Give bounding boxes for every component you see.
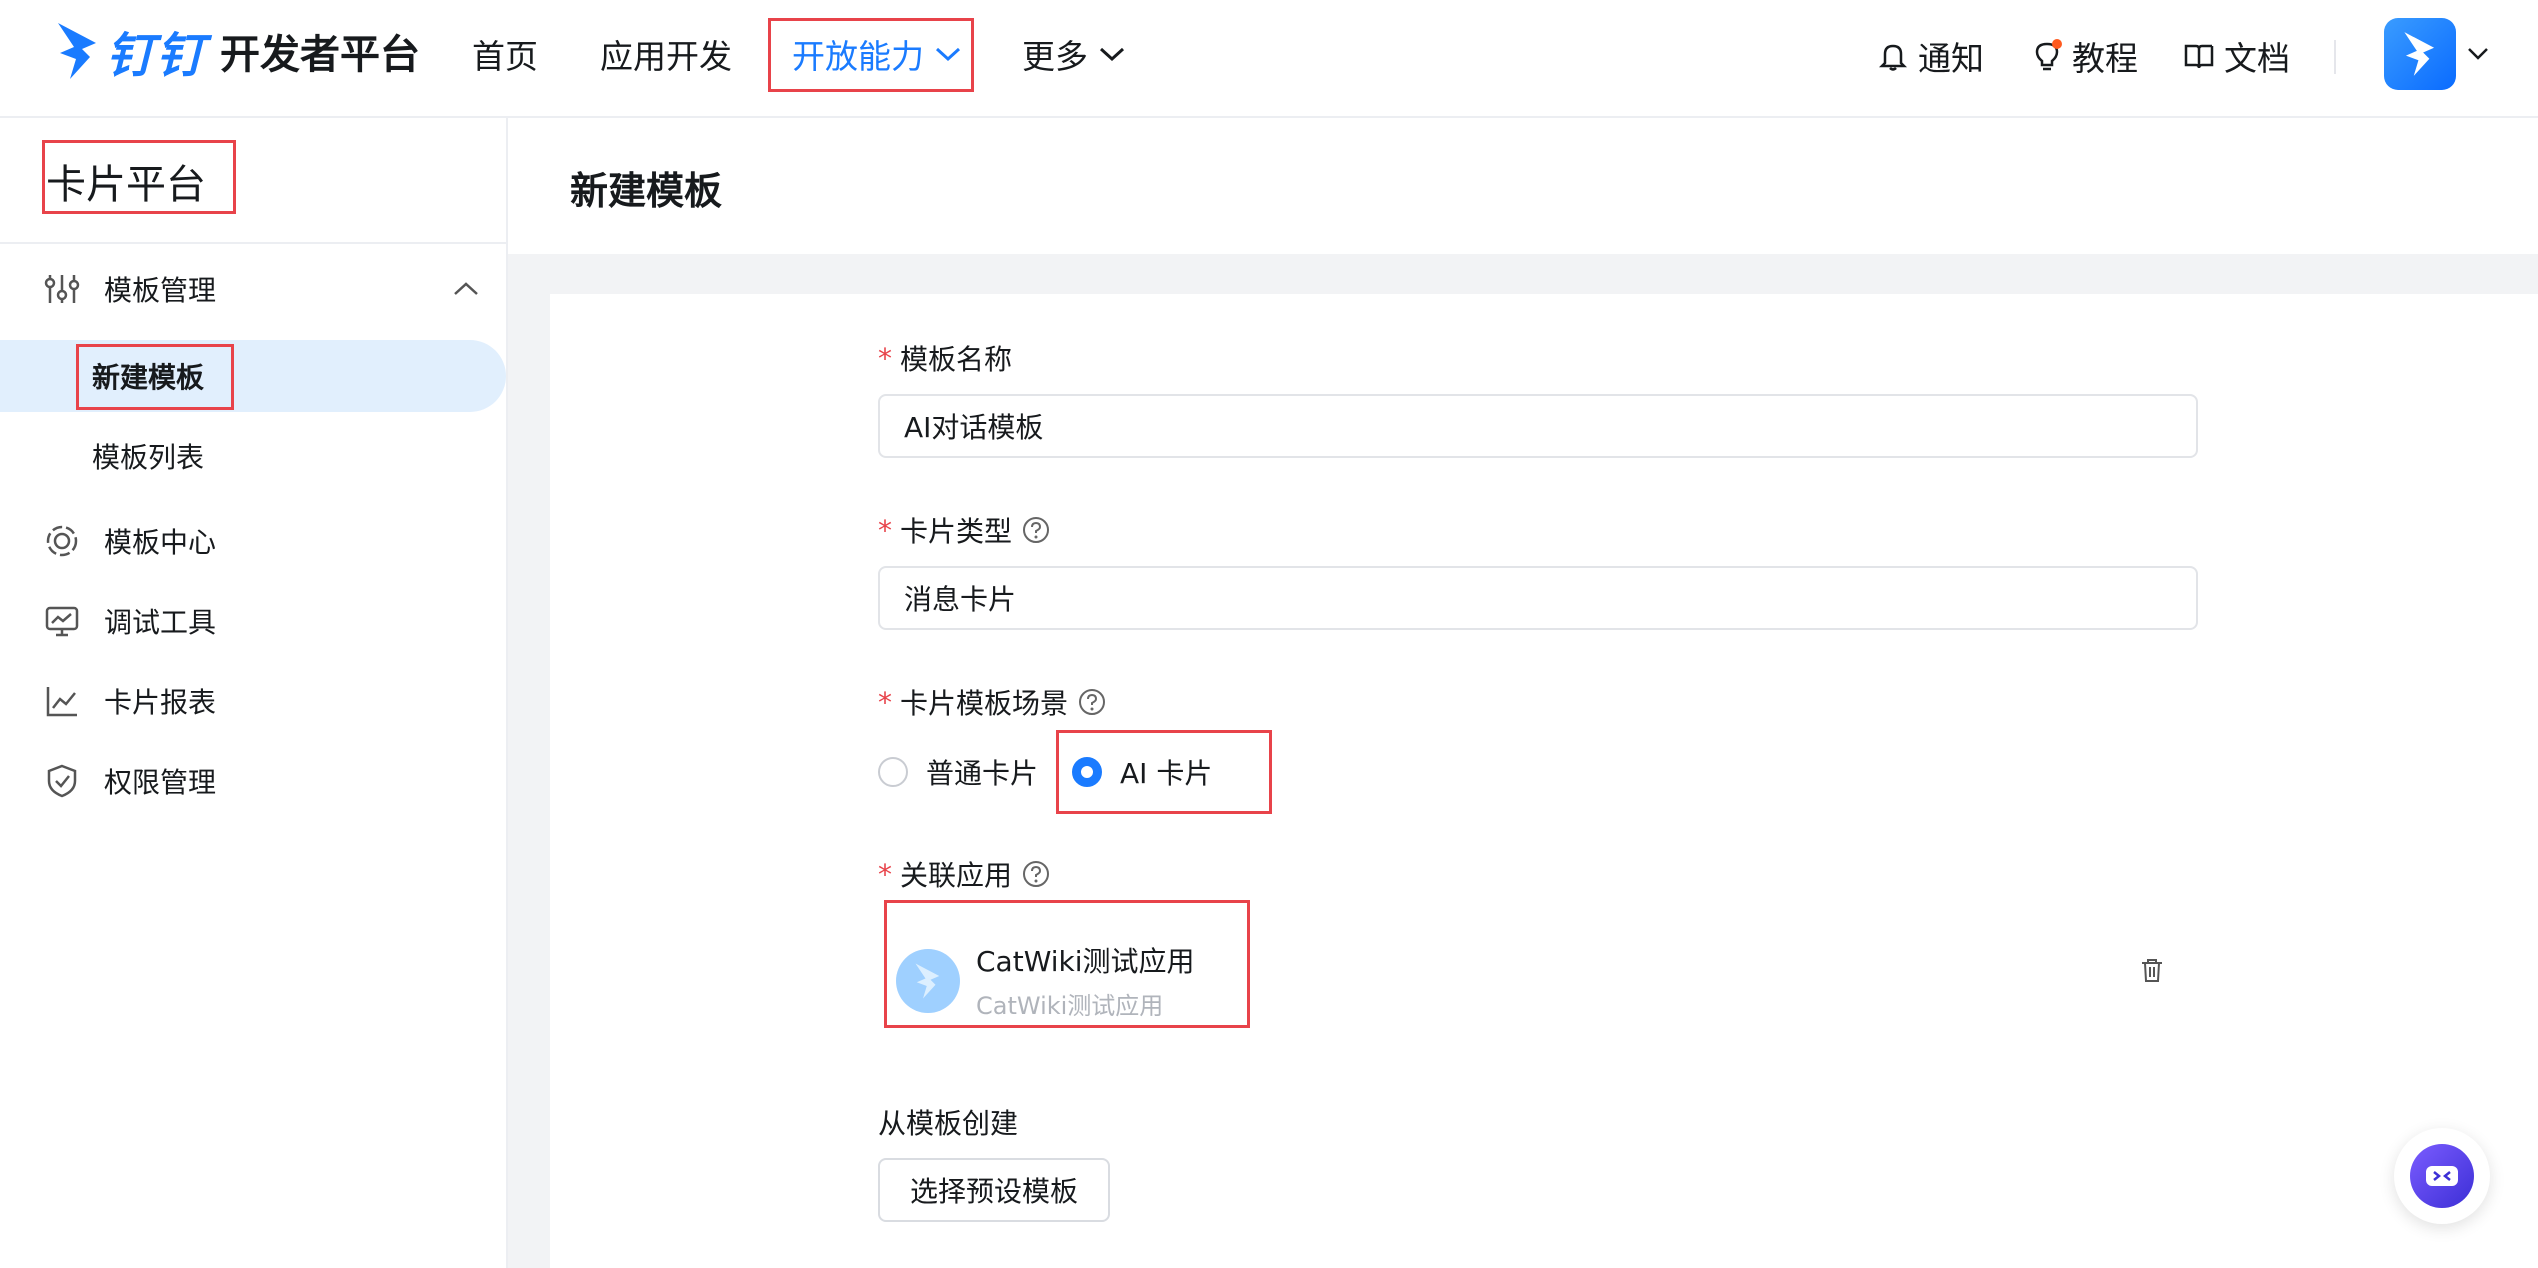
radio-normal-card[interactable]: 普通卡片 <box>878 752 1038 792</box>
template-name-label-text: 模板名称 <box>900 343 1013 376</box>
radio-circle-selected <box>1072 757 1102 787</box>
sidebar-subitem-label: 新建模板 <box>92 361 205 394</box>
sidebar-subitem-template-list[interactable]: 模板列表 <box>0 420 506 492</box>
user-avatar[interactable] <box>2384 18 2456 90</box>
template-name-label: * 模板名称 <box>878 338 1012 378</box>
sidebar-item-card-reports[interactable]: 卡片报表 <box>0 666 506 736</box>
docs-label: 文档 <box>2224 39 2290 78</box>
monitor-icon <box>45 606 79 637</box>
book-icon <box>2184 44 2214 69</box>
sidebar: 卡片平台 模板管理 新建模板 模板列表 模板中心 调试工具 卡片报表 权限管理 <box>0 118 508 1268</box>
dingtalk-bird-icon <box>2404 32 2435 76</box>
sidebar-item-label: 卡片报表 <box>104 686 217 719</box>
nav-more[interactable]: 更多 <box>1022 30 1126 78</box>
sidebar-title: 卡片平台 <box>46 162 206 208</box>
dingtalk-bird-icon <box>58 23 96 79</box>
sidebar-item-permission-management[interactable]: 权限管理 <box>0 746 506 816</box>
lightbulb-icon <box>2035 39 2062 71</box>
card-scene-label: * 卡片模板场景 <box>878 682 1106 722</box>
page-title: 新建模板 <box>570 169 723 213</box>
sidebar-subitem-label: 模板列表 <box>92 441 205 474</box>
target-icon <box>46 525 78 557</box>
required-mark: * <box>878 513 892 547</box>
shield-check-icon <box>47 764 77 798</box>
docs-button[interactable]: 文档 <box>2182 32 2290 80</box>
sliders-icon <box>44 275 80 303</box>
chevron-down-icon <box>935 47 961 62</box>
radio-label: AI 卡片 <box>1120 757 1213 790</box>
template-name-input[interactable]: AI对话模板 <box>878 394 2198 458</box>
card-type-label: * 卡片类型 <box>878 510 1050 550</box>
from-template-label: 从模板创建 <box>878 1107 1019 1140</box>
sidebar-item-label: 权限管理 <box>104 766 217 799</box>
radio-circle <box>878 757 908 787</box>
sidebar-subitem-new-template[interactable]: 新建模板 <box>0 340 506 412</box>
sidebar-item-label: 模板中心 <box>104 526 217 559</box>
chat-bot-icon <box>2426 1166 2458 1186</box>
card-type-select[interactable]: 消息卡片 <box>878 566 2198 630</box>
notify-button[interactable]: 通知 <box>1876 32 1984 80</box>
sidebar-divider <box>0 242 506 244</box>
chevron-down-icon[interactable] <box>2466 46 2490 62</box>
trash-icon[interactable] <box>2138 956 2166 984</box>
nav-app-dev-label: 应用开发 <box>600 37 732 76</box>
chevron-down-icon <box>1099 47 1125 62</box>
select-preset-template-button[interactable]: 选择预设模板 <box>878 1158 1110 1222</box>
header-divider <box>2334 40 2336 74</box>
brand-subtitle: 开发者平台 <box>220 32 421 78</box>
required-mark: * <box>878 857 892 891</box>
chevron-up-icon <box>454 282 478 295</box>
help-icon[interactable] <box>1022 860 1050 888</box>
sidebar-item-debug-tools[interactable]: 调试工具 <box>0 586 506 656</box>
dingtalk-bird-icon <box>915 963 940 998</box>
tutorial-button[interactable]: 教程 <box>2030 32 2138 80</box>
bell-icon <box>1878 44 1908 71</box>
dingtalk-logo[interactable]: 钉钉 开发者平台 <box>56 16 420 86</box>
nav-app-dev[interactable]: 应用开发 <box>600 30 732 78</box>
nav-home[interactable]: 首页 <box>472 30 538 78</box>
nav-open-capabilities[interactable]: 开放能力 <box>792 30 962 78</box>
linked-app-label: * 关联应用 <box>878 854 1050 894</box>
app-icon <box>896 948 960 1013</box>
linked-app-label-text: 关联应用 <box>900 859 1013 892</box>
card-scene-label-text: 卡片模板场景 <box>900 687 1069 720</box>
nav-home-label: 首页 <box>472 37 538 76</box>
assistant-icon <box>2410 1144 2474 1208</box>
nav-more-label: 更多 <box>1022 37 1088 76</box>
app-name: CatWiki测试应用 <box>976 945 1195 978</box>
brand-name: 钉钉 <box>106 28 207 84</box>
required-mark: * <box>878 341 892 375</box>
app-subtitle: CatWiki测试应用 <box>976 992 1164 1020</box>
radio-label: 普通卡片 <box>926 757 1039 790</box>
assistant-float-button[interactable] <box>2394 1128 2490 1224</box>
sidebar-item-label: 调试工具 <box>104 606 217 639</box>
top-header: 钉钉 开发者平台 首页 应用开发 开放能力 更多 通知 教程 文档 <box>0 0 2538 118</box>
sidebar-item-template-management[interactable]: 模板管理 <box>0 254 506 324</box>
sidebar-item-label: 模板管理 <box>104 274 217 307</box>
line-chart-icon <box>46 687 77 717</box>
nav-open-capabilities-label: 开放能力 <box>792 37 924 76</box>
card-type-label-text: 卡片类型 <box>900 515 1013 548</box>
sidebar-item-template-center[interactable]: 模板中心 <box>0 506 506 576</box>
help-icon[interactable] <box>1078 688 1106 716</box>
radio-ai-card[interactable]: AI 卡片 <box>1072 752 1212 792</box>
tutorial-label: 教程 <box>2072 39 2138 78</box>
notify-label: 通知 <box>1918 39 1984 78</box>
main-header: 新建模板 <box>508 118 2538 254</box>
required-mark: * <box>878 685 892 719</box>
help-icon[interactable] <box>1022 516 1050 544</box>
linked-app-item[interactable]: CatWiki测试应用 CatWiki测试应用 <box>896 940 1195 1021</box>
